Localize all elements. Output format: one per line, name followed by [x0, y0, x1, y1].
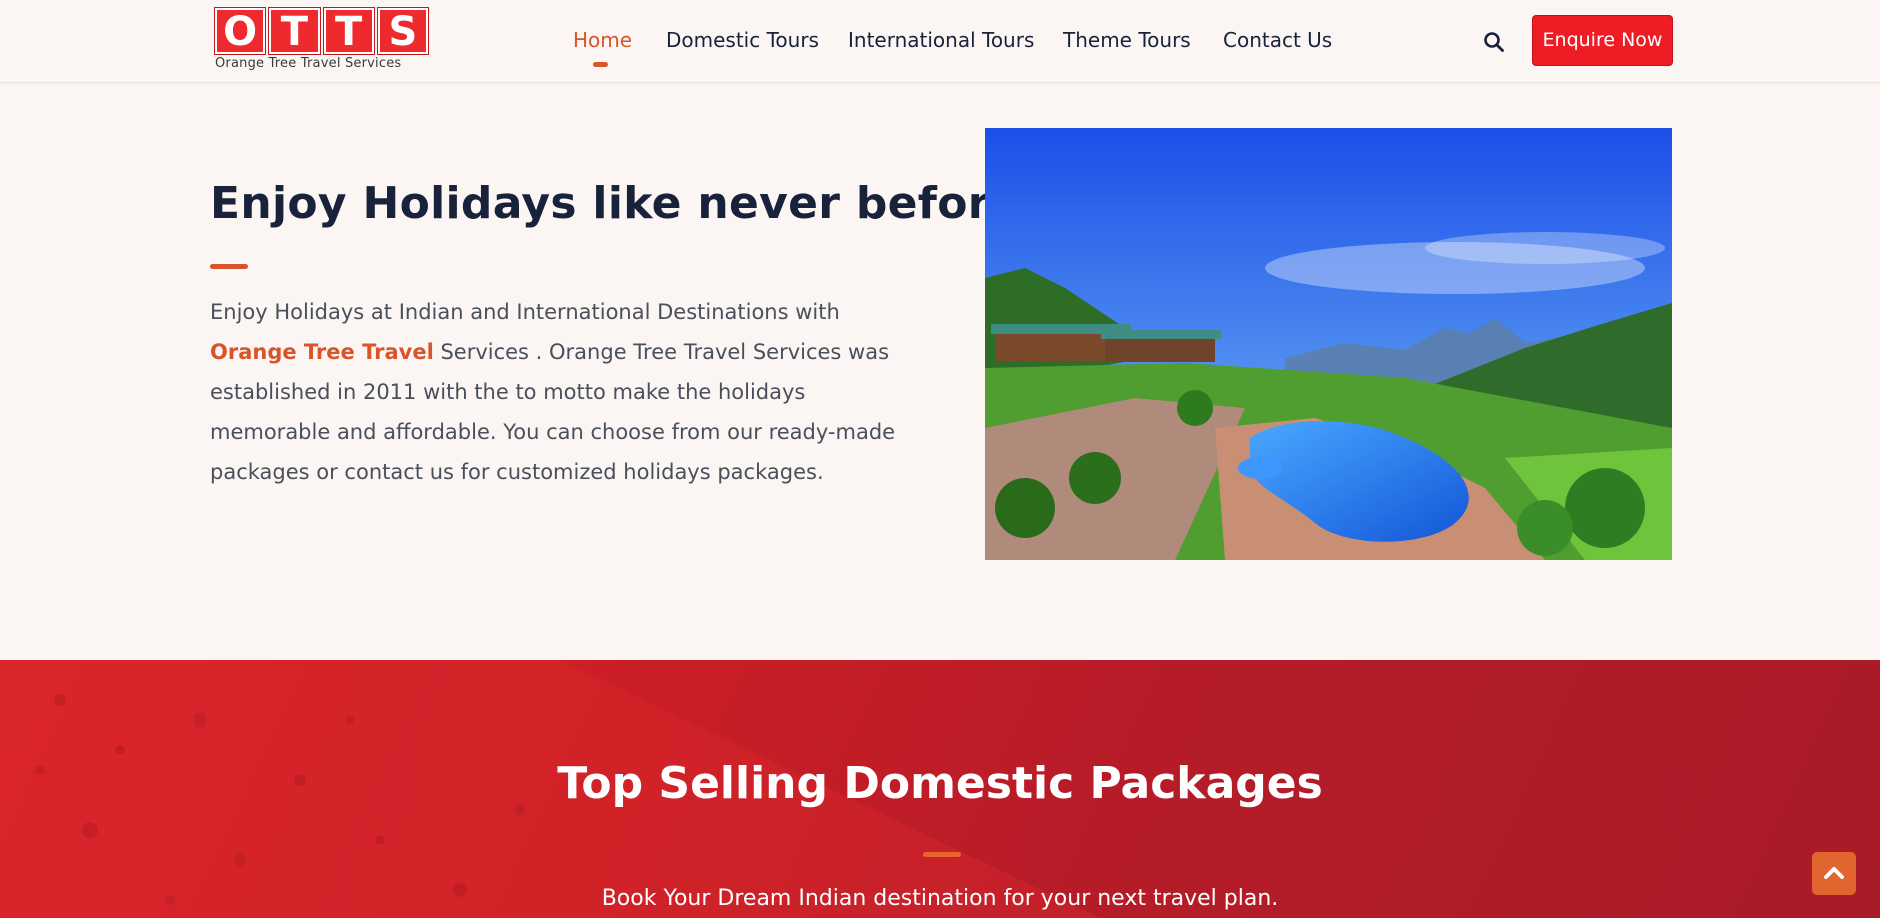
domestic-packages-section: Top Selling Domestic Packages Book Your … — [0, 660, 1880, 918]
site-header: O T T S Orange Tree Travel Services Home… — [0, 0, 1880, 83]
nav-item-contact-us[interactable]: Contact Us — [1223, 28, 1332, 52]
hero-title: Enjoy Holidays like never before — [210, 178, 1020, 229]
active-nav-indicator — [593, 62, 608, 67]
hero-resort-image — [985, 128, 1672, 560]
logo-letter-t2: T — [322, 7, 375, 55]
hero-accent-bar — [210, 264, 248, 269]
nav-item-domestic-tours[interactable]: Domestic Tours — [666, 28, 819, 52]
search-button[interactable] — [1482, 30, 1506, 54]
logo-letter-o: O — [213, 7, 267, 55]
brand-logo[interactable]: O T T S Orange Tree Travel Services — [213, 7, 430, 74]
hero-highlight: Orange Tree Travel — [210, 340, 434, 364]
nav-item-theme-tours[interactable]: Theme Tours — [1063, 28, 1191, 52]
domestic-accent-bar — [923, 852, 961, 857]
search-icon — [1484, 32, 1504, 52]
domestic-section-title: Top Selling Domestic Packages — [557, 758, 1323, 809]
hero-text-intro: Enjoy Holidays at Indian and Internation… — [210, 300, 840, 324]
logo-tagline: Orange Tree Travel Services — [215, 56, 402, 71]
scroll-to-top-button[interactable] — [1812, 852, 1856, 895]
logo-letter-t1: T — [268, 7, 321, 55]
domestic-section-subtitle: Book Your Dream Indian destination for y… — [601, 886, 1279, 911]
nav-item-international-tours[interactable]: International Tours — [848, 28, 1034, 52]
nav-item-home[interactable]: Home — [573, 28, 632, 52]
logo-letter-s: S — [376, 7, 430, 55]
enquire-now-button[interactable]: Enquire Now — [1532, 15, 1673, 66]
hero-description: Enjoy Holidays at Indian and Internation… — [210, 292, 930, 492]
logo-letters: O T T S — [213, 7, 430, 55]
chevron-up-icon — [1824, 867, 1844, 879]
